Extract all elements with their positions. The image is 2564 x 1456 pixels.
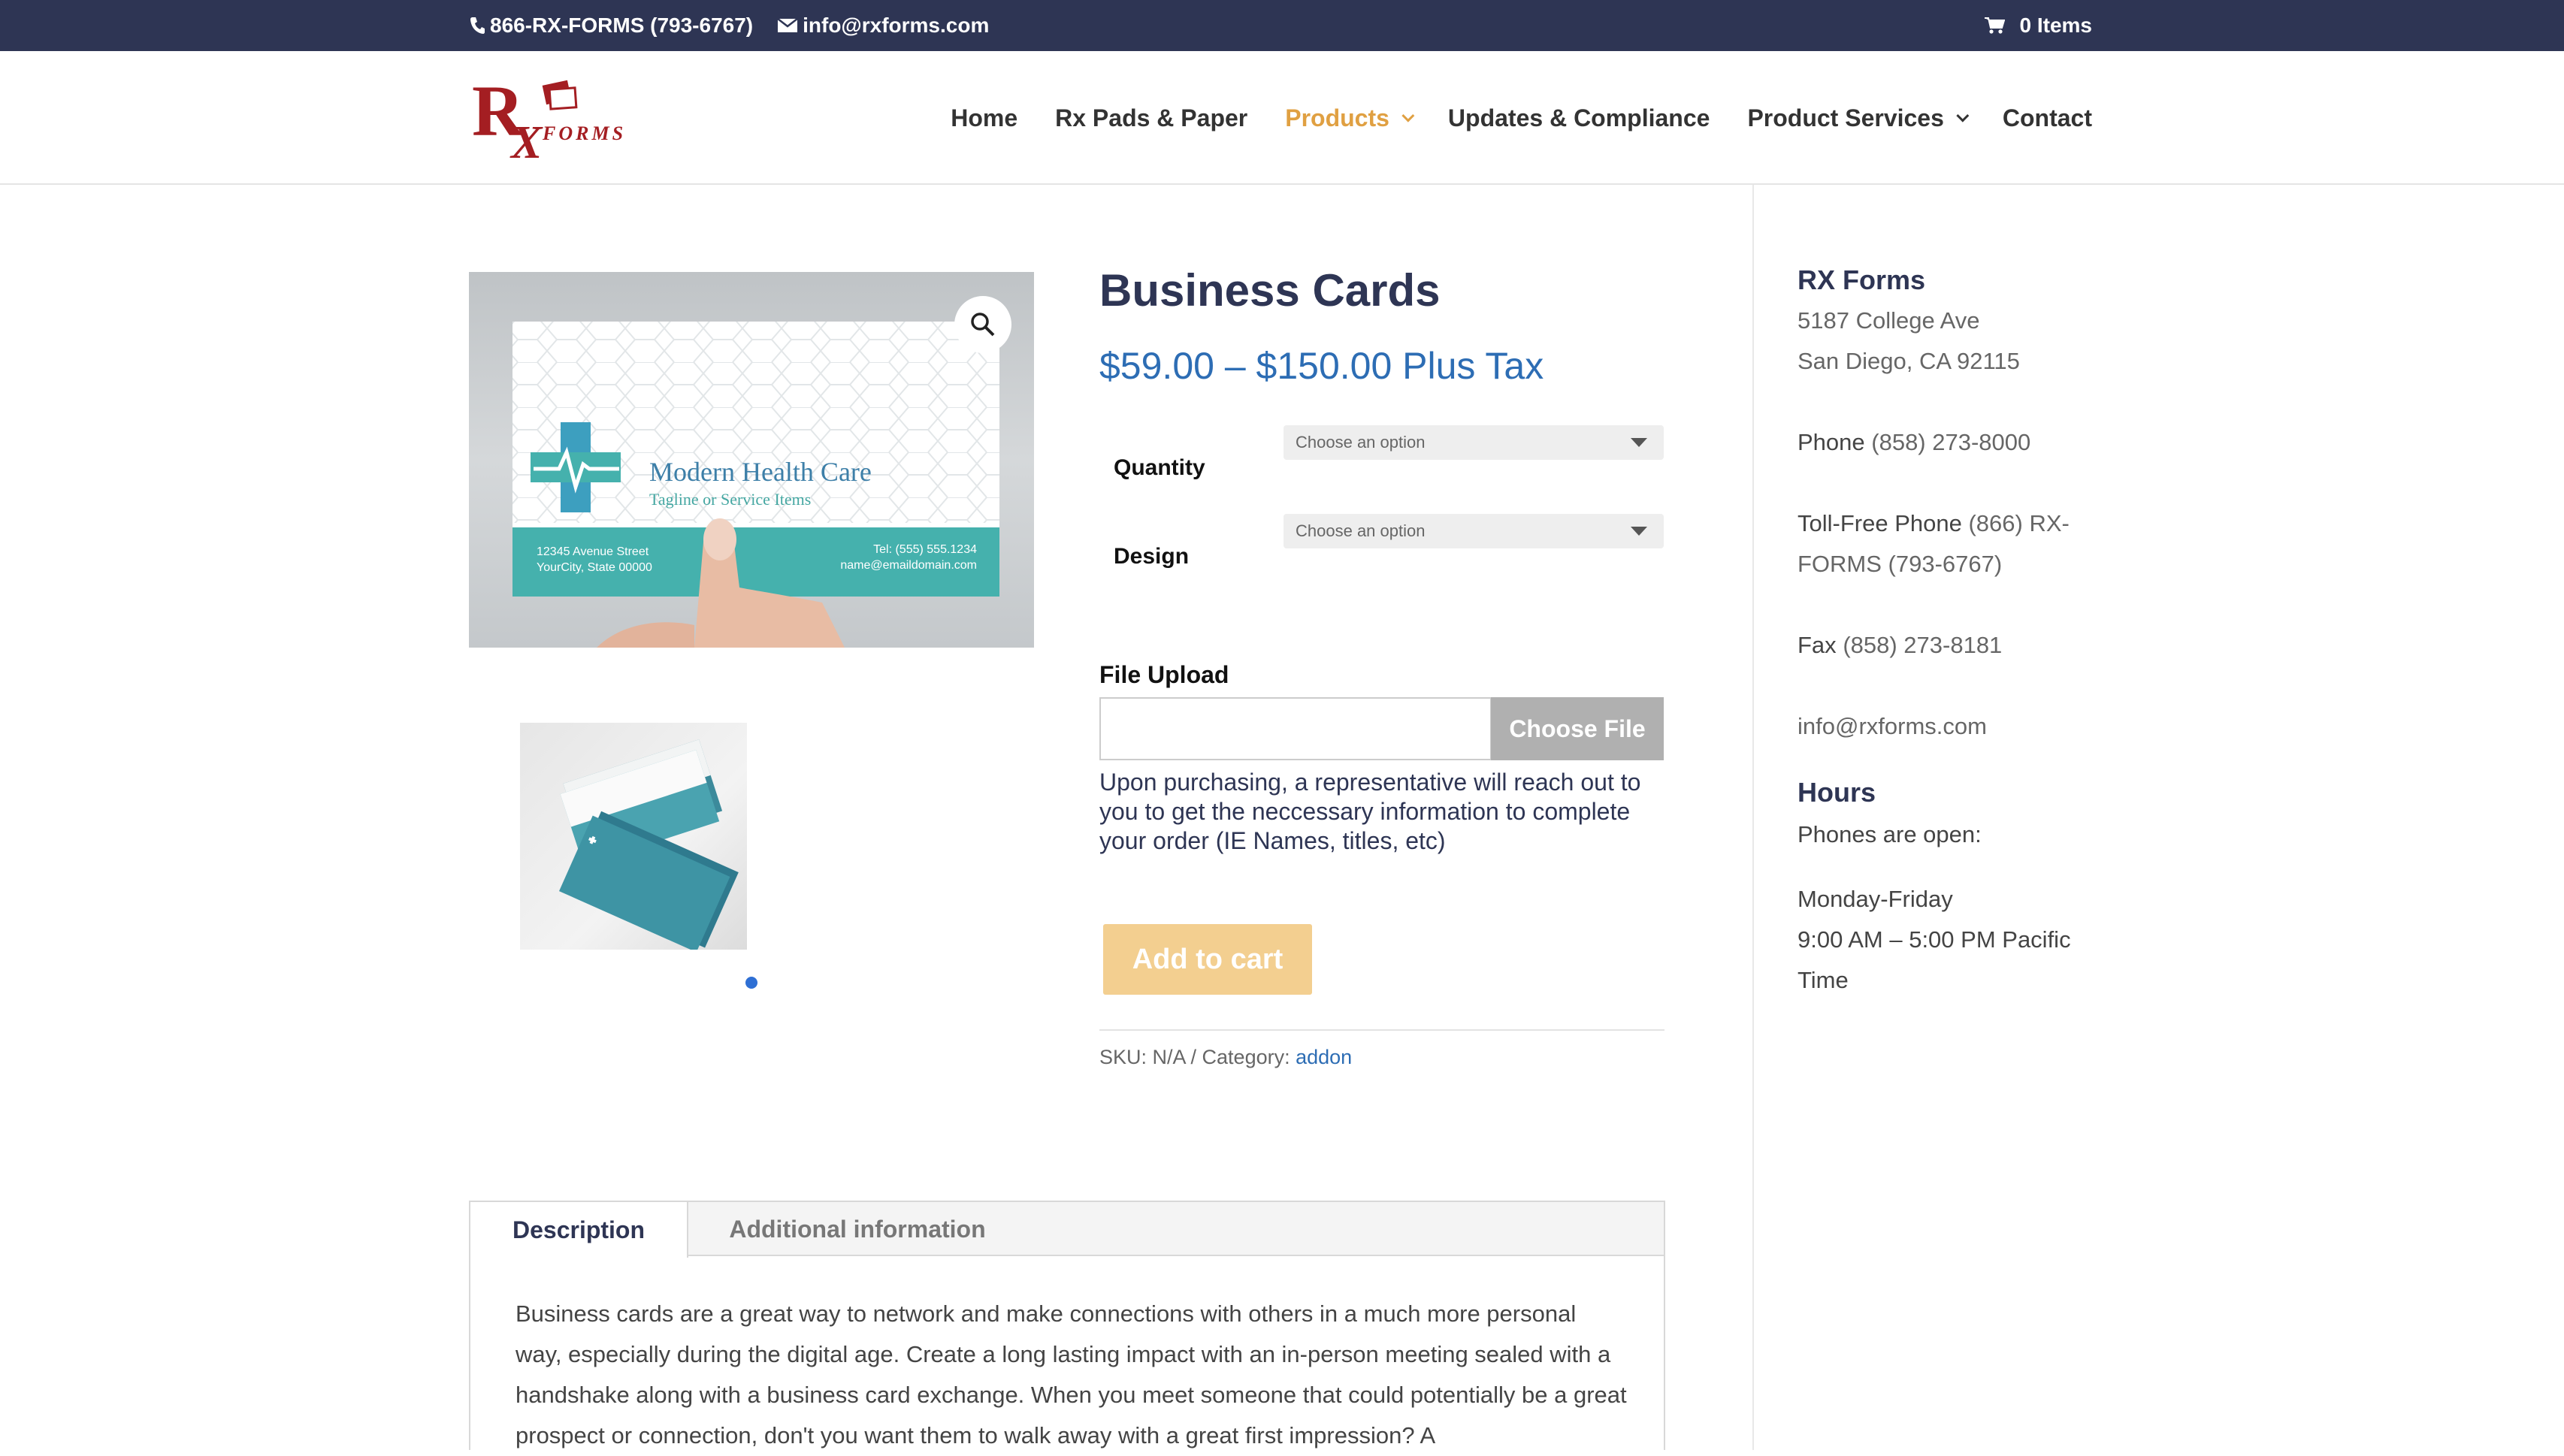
quantity-select[interactable]: Choose an option xyxy=(1284,425,1664,460)
top-email-text: info@rxforms.com xyxy=(803,14,990,37)
sidebar-fax: Fax (858) 273-8181 xyxy=(1798,625,2113,666)
sidebar-phone-value[interactable]: (858) 273-8000 xyxy=(1871,429,2030,455)
card-address1: 12345 Avenue Street xyxy=(537,545,649,558)
tab-additional-information[interactable]: Additional information xyxy=(688,1202,1027,1256)
nav-home-label: Home xyxy=(951,104,1018,131)
magnifier-icon xyxy=(971,313,995,337)
tab-bar: Description Additional information xyxy=(470,1202,1664,1258)
product-meta-sku: SKU: N/A / Category: xyxy=(1099,1046,1296,1068)
svg-text:X: X xyxy=(509,117,543,162)
product-meta: SKU: N/A / Category: addon xyxy=(1099,1046,1352,1069)
dropdown-arrow-icon xyxy=(1631,438,1647,447)
file-upload-label: File Upload xyxy=(1099,661,1229,688)
sidebar-company-heading: RX Forms xyxy=(1798,264,1926,295)
card-address2: YourCity, State 00000 xyxy=(537,561,652,574)
chevron-down-icon xyxy=(1401,109,1415,122)
nav-rx-pads[interactable]: Rx Pads & Paper xyxy=(1055,104,1247,132)
sidebar-fax-value: (858) 273-8181 xyxy=(1843,632,2003,658)
sidebar-time: 9:00 AM – 5:00 PM Pacific Time xyxy=(1798,926,2071,993)
envelope-icon xyxy=(777,18,798,32)
product-title: Business Cards xyxy=(1099,265,1441,316)
nav-contact-label: Contact xyxy=(2002,104,2092,131)
file-upload-note: Upon purchasing, a representative will r… xyxy=(1099,769,1641,854)
category-link[interactable]: addon xyxy=(1296,1046,1352,1068)
sidebar-tollfree-label: Toll-Free Phone xyxy=(1798,510,1962,536)
tab-description[interactable]: Description xyxy=(470,1202,688,1258)
nav-updates-label: Updates & Compliance xyxy=(1447,104,1710,131)
zoom-button[interactable] xyxy=(954,296,1011,353)
main-nav: Home Rx Pads & Paper Products Updates & … xyxy=(913,51,2092,185)
sidebar-days: Monday-Friday xyxy=(1798,886,1953,912)
nav-contact[interactable]: Contact xyxy=(2003,104,2092,132)
description-text: Business cards are a great way to networ… xyxy=(516,1300,1627,1448)
sidebar-hours-heading: Hours xyxy=(1798,777,1876,808)
product-price: $59.00 – $150.00 Plus Tax xyxy=(1099,345,1544,387)
add-to-cart-button[interactable]: Add to cart xyxy=(1103,924,1312,995)
card-tagline-text: Tagline or Service Items xyxy=(649,490,811,509)
nav-updates[interactable]: Updates & Compliance xyxy=(1448,104,1710,132)
sidebar-fax-label: Fax xyxy=(1798,632,1837,658)
quantity-select-value: Choose an option xyxy=(1296,433,1426,452)
quantity-label: Quantity xyxy=(1114,455,1205,480)
top-phone-link[interactable]: 866-RX-FORMS (793-6767) xyxy=(469,14,753,38)
sidebar-tollfree: Toll-Free Phone (866) RX-FORMS (793-6767… xyxy=(1798,503,2113,585)
card-brand-text: Modern Health Care xyxy=(649,457,872,487)
top-email-link[interactable]: info@rxforms.com xyxy=(777,14,989,38)
business-card-photo: Modern Health Care Tagline or Service It… xyxy=(512,322,999,648)
chevron-down-icon xyxy=(1956,109,1970,122)
sidebar-email[interactable]: info@rxforms.com xyxy=(1798,706,2113,747)
sidebar-address1: 5187 College Ave xyxy=(1798,307,1980,334)
cart-count: 0 Items xyxy=(2019,14,2093,37)
cart-link[interactable]: 0 Items xyxy=(1984,0,2093,51)
sidebar-phone: Phone (858) 273-8000 xyxy=(1798,422,2113,463)
sidebar-phones-open: Phones are open: xyxy=(1798,821,1982,847)
top-bar: 866-RX-FORMS (793-6767) info@rxforms.com… xyxy=(0,0,2564,51)
product-thumbnail[interactable] xyxy=(520,723,747,950)
design-select[interactable]: Choose an option xyxy=(1284,514,1664,548)
cart-icon xyxy=(1984,17,2005,34)
choose-file-button[interactable]: Choose File xyxy=(1491,697,1664,760)
card-tel: Tel: (555) 555.1234 xyxy=(873,543,977,556)
design-select-value: Choose an option xyxy=(1296,521,1426,540)
nav-products[interactable]: Products xyxy=(1285,104,1415,132)
top-phone-text: 866-RX-FORMS (793-6767) xyxy=(490,14,754,37)
nav-services-label: Product Services xyxy=(1747,104,1944,131)
sidebar-divider xyxy=(1752,185,1754,1450)
sidebar: RX Forms 5187 College Ave San Diego, CA … xyxy=(1798,264,2113,1001)
product-tabs: Description Additional information Busin… xyxy=(469,1201,1665,1450)
sidebar-address2: San Diego, CA 92115 xyxy=(1798,348,2020,374)
meta-divider xyxy=(1099,1029,1664,1031)
top-contact: 866-RX-FORMS (793-6767) info@rxforms.com xyxy=(469,0,1013,51)
nav-products-label: Products xyxy=(1285,104,1389,131)
sidebar-phone-label: Phone xyxy=(1798,429,1865,455)
file-upload-input[interactable] xyxy=(1099,697,1492,760)
rx-forms-logo[interactable]: R X FORMS xyxy=(472,74,622,162)
nav-product-services[interactable]: Product Services xyxy=(1747,104,1970,132)
dropdown-arrow-icon xyxy=(1631,527,1647,536)
product-main-image[interactable]: Modern Health Care Tagline or Service It… xyxy=(469,272,1034,648)
phone-icon xyxy=(470,17,485,34)
business-cards-stack-photo xyxy=(559,739,739,950)
gallery-dot-active[interactable] xyxy=(745,977,757,989)
site-header: R X FORMS Home Rx Pads & Paper Products … xyxy=(0,51,2564,185)
svg-text:FORMS: FORMS xyxy=(542,122,622,144)
nav-home[interactable]: Home xyxy=(951,104,1017,132)
card-email: name@emaildomain.com xyxy=(840,559,977,572)
design-label: Design xyxy=(1114,544,1190,569)
nav-rx-pads-label: Rx Pads & Paper xyxy=(1055,104,1248,131)
